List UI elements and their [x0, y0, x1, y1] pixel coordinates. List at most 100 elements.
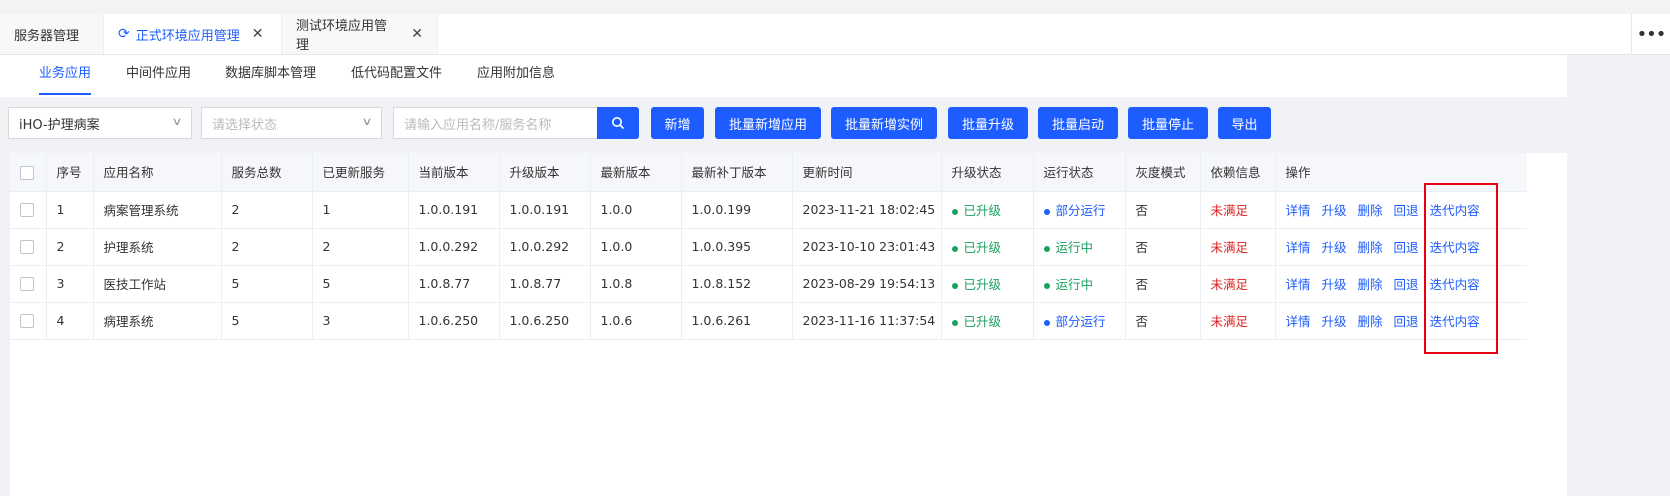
- cell-upgrade: 1.0.6.250: [499, 302, 591, 340]
- chevron-down-icon: ∨: [361, 115, 373, 128]
- column-header: 最新版本: [590, 153, 682, 192]
- rollback-link[interactable]: 回退: [1394, 203, 1419, 218]
- cell-latest: 1.0.8: [590, 265, 682, 303]
- cell-run-status: 运行中: [1033, 228, 1126, 266]
- cell-name: 病理系统: [93, 302, 222, 340]
- sub-navigation: 业务应用 中间件应用 数据库脚本管理 低代码配置文件 应用附加信息: [0, 55, 1670, 97]
- chevron-down-icon: ∨: [171, 115, 183, 128]
- status-dot: [1043, 208, 1050, 215]
- cell-patch: 1.0.8.152: [681, 265, 793, 303]
- cell-no: 3: [46, 265, 94, 303]
- tab-bar: 服务器管理 ⟳ 正式环境应用管理 ✕ 测试环境应用管理 ✕ •••: [0, 14, 1670, 55]
- status-dot: [1043, 245, 1050, 252]
- cell-dependency: 未满足: [1200, 191, 1276, 229]
- batch-add-instance-button[interactable]: 批量新增实例: [831, 107, 937, 139]
- cell-time: 2023-10-10 23:01:43: [792, 228, 942, 266]
- table-row: 4 病理系统 5 3 1.0.6.250 1.0.6.250 1.0.6 1.0.6.261 2…: [10, 302, 1527, 340]
- subnav-middleware-apps[interactable]: 中间件应用: [126, 55, 191, 97]
- run-status-text: 部分运行: [1055, 314, 1106, 329]
- detail-link[interactable]: 详情: [1286, 277, 1311, 292]
- cell-upgrade-status: 已升级: [941, 302, 1034, 340]
- cell-name: 医技工作站: [93, 265, 222, 303]
- cell-upgrade: 1.0.0.292: [499, 228, 591, 266]
- column-header: 升级状态: [941, 153, 1034, 192]
- close-icon[interactable]: ✕: [411, 26, 423, 42]
- column-header: 依赖信息: [1200, 153, 1276, 192]
- cell-no: 2: [46, 228, 94, 266]
- detail-link[interactable]: 详情: [1286, 314, 1311, 329]
- delete-link[interactable]: 删除: [1358, 203, 1383, 218]
- batch-start-button[interactable]: 批量启动: [1038, 107, 1118, 139]
- row-checkbox[interactable]: [20, 240, 34, 255]
- status-select[interactable]: 请选择状态 ∨: [201, 107, 382, 139]
- column-header: 已更新服务: [312, 153, 409, 192]
- add-button[interactable]: 新增: [651, 107, 704, 139]
- tab-server-management[interactable]: 服务器管理: [0, 14, 104, 54]
- batch-stop-button[interactable]: 批量停止: [1128, 107, 1208, 139]
- cell-upgrade-status: 已升级: [941, 228, 1034, 266]
- subnav-lowcode-config[interactable]: 低代码配置文件: [351, 55, 442, 97]
- row-checkbox[interactable]: [20, 277, 34, 292]
- column-header: 当前版本: [408, 153, 500, 192]
- subnav-db-scripts[interactable]: 数据库脚本管理: [225, 55, 316, 97]
- cell-current: 1.0.6.250: [408, 302, 500, 340]
- upgrade-status-text: 已升级: [963, 277, 1002, 292]
- column-header: 升级版本: [499, 153, 591, 192]
- cell-total: 2: [221, 191, 313, 229]
- search-placeholder: 请输入应用名称/服务名称: [404, 117, 552, 133]
- row-checkbox[interactable]: [20, 314, 34, 329]
- export-button[interactable]: 导出: [1218, 107, 1271, 139]
- cell-upgrade-status: 已升级: [941, 265, 1034, 303]
- cell-no: 4: [46, 302, 94, 340]
- detail-link[interactable]: 详情: [1286, 203, 1311, 218]
- more-icon[interactable]: •••: [1631, 14, 1670, 54]
- delete-link[interactable]: 删除: [1358, 314, 1383, 329]
- tab-test-app-management[interactable]: 测试环境应用管理 ✕: [282, 14, 438, 54]
- table-row: 3 医技工作站 5 5 1.0.8.77 1.0.8.77 1.0.8 1.0.8.152 20…: [10, 265, 1527, 303]
- subnav-business-apps[interactable]: 业务应用: [39, 55, 92, 97]
- search-input[interactable]: 请输入应用名称/服务名称: [393, 107, 598, 139]
- upgrade-link[interactable]: 升级: [1322, 277, 1347, 292]
- cell-gray-mode: 否: [1125, 191, 1201, 229]
- close-icon[interactable]: ✕: [252, 26, 264, 42]
- refresh-icon[interactable]: ⟳: [118, 26, 130, 42]
- status-dot: [951, 245, 958, 252]
- rollback-link[interactable]: 回退: [1394, 240, 1419, 255]
- status-dot: [1043, 319, 1050, 326]
- column-header: 服务总数: [221, 153, 313, 192]
- rollback-link[interactable]: 回退: [1394, 277, 1419, 292]
- cell-gray-mode: 否: [1125, 228, 1201, 266]
- batch-upgrade-button[interactable]: 批量升级: [948, 107, 1028, 139]
- status-dot: [951, 208, 958, 215]
- run-status-text: 运行中: [1055, 240, 1094, 255]
- tab-prod-app-management[interactable]: ⟳ 正式环境应用管理 ✕: [104, 14, 282, 54]
- cell-latest: 1.0.6: [590, 302, 682, 340]
- search-button[interactable]: [597, 107, 639, 139]
- cell-name: 护理系统: [93, 228, 222, 266]
- org-select[interactable]: iHO-护理病案 ∨: [8, 107, 192, 139]
- upgrade-link[interactable]: 升级: [1322, 203, 1347, 218]
- upgrade-link[interactable]: 升级: [1322, 240, 1347, 255]
- cell-gray-mode: 否: [1125, 302, 1201, 340]
- cell-updated: 3: [312, 302, 409, 340]
- rollback-link[interactable]: 回退: [1394, 314, 1419, 329]
- delete-link[interactable]: 删除: [1358, 277, 1383, 292]
- column-header: 最新补丁版本: [681, 153, 793, 192]
- right-gutter: [1567, 55, 1670, 496]
- cell-current: 1.0.8.77: [408, 265, 500, 303]
- cell-dependency: 未满足: [1200, 265, 1276, 303]
- column-header: 序号: [46, 153, 94, 192]
- subnav-app-extra-info[interactable]: 应用附加信息: [477, 55, 555, 97]
- batch-add-app-button[interactable]: 批量新增应用: [715, 107, 821, 139]
- cell-updated: 2: [312, 228, 409, 266]
- run-status-text: 运行中: [1055, 277, 1094, 292]
- select-all-checkbox[interactable]: [20, 165, 34, 180]
- upgrade-link[interactable]: 升级: [1322, 314, 1347, 329]
- detail-link[interactable]: 详情: [1286, 240, 1311, 255]
- delete-link[interactable]: 删除: [1358, 240, 1383, 255]
- cell-time: 2023-08-29 19:54:13: [792, 265, 942, 303]
- table-header-row: 序号 应用名称 服务总数 已更新服务 当前版本 升级版本 最新版本 最新补丁版本…: [10, 153, 1527, 192]
- select-all-cell: [10, 153, 47, 192]
- row-checkbox[interactable]: [20, 203, 34, 218]
- tab-label: 正式环境应用管理: [135, 28, 240, 44]
